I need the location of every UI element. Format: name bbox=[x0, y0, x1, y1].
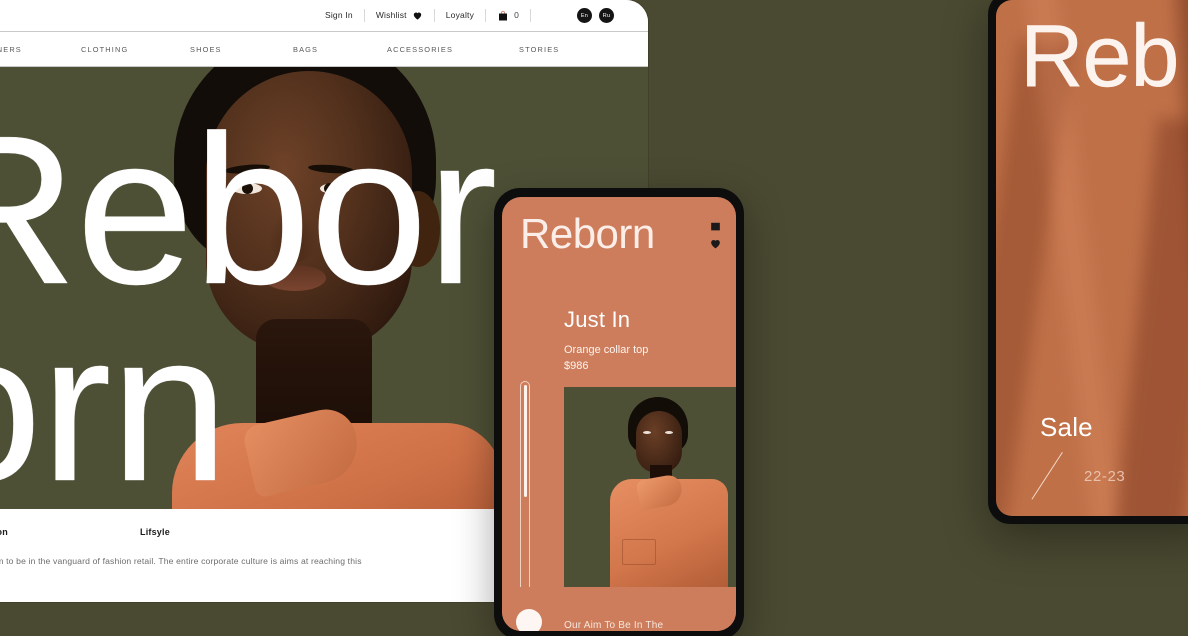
mockup-stage: Sign In Wishlist Loyalty 0 En Ru ERS CLO… bbox=[0, 0, 1188, 636]
phone-product-price: $986 bbox=[564, 359, 589, 372]
phone-model-eye-left bbox=[643, 431, 651, 434]
utility-spacer bbox=[531, 9, 553, 22]
phone-section-title: Just In bbox=[564, 307, 631, 332]
phone-model-face bbox=[636, 411, 682, 473]
phone-screen: Reborn Just In Orange collar top $986 Ou… bbox=[502, 197, 736, 631]
tablet-screen: Reb Sale 22-23 bbox=[996, 0, 1188, 516]
nav-item-clothing[interactable]: CLOTHING bbox=[81, 45, 190, 54]
wishlist-label: Wishlist bbox=[375, 10, 407, 20]
phone-scroll-thumb[interactable] bbox=[523, 385, 527, 497]
sign-in-label: Sign In bbox=[324, 10, 353, 20]
lang-button-ru[interactable]: Ru bbox=[599, 8, 614, 23]
hero-headline: Rebor orn bbox=[0, 91, 564, 509]
utility-links: Sign In Wishlist Loyalty 0 bbox=[314, 9, 553, 22]
shopping-bag-icon bbox=[497, 10, 509, 22]
tablet-brand-title: Reb bbox=[1020, 6, 1180, 105]
tablet-season-label: 22-23 bbox=[1084, 468, 1126, 485]
fabric-fold bbox=[1114, 117, 1188, 516]
phone-footer-dot bbox=[516, 609, 542, 631]
cart-count: 0 bbox=[514, 10, 519, 20]
cart-link[interactable]: 0 bbox=[486, 9, 531, 22]
phone-footer: Our Aim To Be In The bbox=[502, 587, 736, 631]
info-heading-fashion: Fashion bbox=[0, 527, 8, 537]
language-switcher[interactable]: En Ru bbox=[577, 8, 614, 23]
phone-mockup: Reborn Just In Orange collar top $986 Ou… bbox=[494, 188, 744, 636]
tablet-mockup: Reb Sale 22-23 bbox=[988, 0, 1188, 524]
main-navigation: DESIGNERS CLOTHING SHOES BAGS ACCESSORIE… bbox=[0, 32, 648, 66]
phone-product-info: Orange collar top $986 bbox=[564, 343, 648, 375]
nav-item-shoes[interactable]: SHOES bbox=[190, 45, 293, 54]
phone-product-name: Orange collar top bbox=[564, 344, 649, 356]
nav-item-designers[interactable]: DESIGNERS bbox=[0, 45, 81, 54]
phone-footer-text: Our Aim To Be In The bbox=[564, 620, 664, 631]
tablet-slash-divider bbox=[1031, 452, 1064, 500]
utility-bar: Sign In Wishlist Loyalty 0 En Ru bbox=[0, 0, 648, 31]
lang-button-en[interactable]: En bbox=[577, 8, 592, 23]
hero-headline-line-2: orn bbox=[0, 288, 229, 509]
phone-header-icons bbox=[709, 219, 722, 250]
hero-headline-line-1: Rebor bbox=[0, 91, 498, 328]
loyalty-label: Loyalty bbox=[445, 10, 475, 20]
tablet-sale-label: Sale bbox=[1040, 412, 1093, 442]
phone-product-photo[interactable] bbox=[564, 387, 736, 607]
nav-item-stories[interactable]: STORIES bbox=[519, 45, 619, 54]
info-heading-lifestyle: Lifsyle bbox=[140, 527, 170, 537]
loyalty-link[interactable]: Loyalty bbox=[435, 9, 487, 22]
phone-model-pocket bbox=[622, 539, 656, 565]
wishlist-link[interactable]: Wishlist bbox=[365, 9, 435, 22]
phone-brand-title: Reborn bbox=[520, 210, 655, 257]
sign-in-link[interactable]: Sign In bbox=[314, 9, 365, 22]
heart-icon[interactable] bbox=[709, 237, 722, 250]
nav-item-accessories[interactable]: ACCESSORIES bbox=[387, 45, 519, 54]
info-body-text: Our aim to be in the vanguard of fashion… bbox=[0, 556, 362, 566]
phone-scrollbar[interactable] bbox=[520, 381, 530, 617]
heart-icon bbox=[412, 10, 423, 21]
phone-model-eye-right bbox=[665, 431, 673, 434]
nav-item-bags[interactable]: BAGS bbox=[293, 45, 387, 54]
shopping-bag-icon[interactable] bbox=[709, 219, 722, 232]
